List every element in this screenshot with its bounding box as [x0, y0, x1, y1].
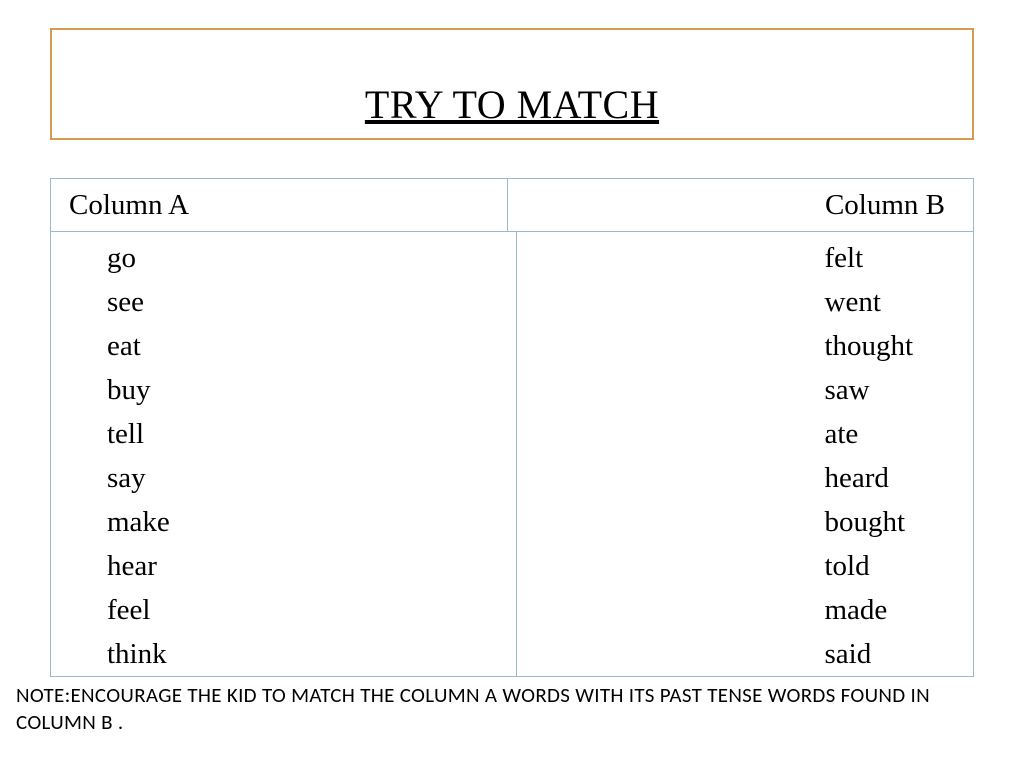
- column-a-header: Column A: [51, 179, 507, 231]
- list-item: felt: [825, 236, 926, 280]
- list-item: ate: [825, 412, 926, 456]
- instruction-note: NOTE:ENCOURAGE THE KID TO MATCH THE COLU…: [16, 682, 1008, 736]
- list-item: go: [107, 236, 516, 280]
- page-title: TRY TO MATCH: [52, 81, 972, 128]
- list-item: thought: [825, 324, 926, 368]
- table-body-row: go see eat buy tell say make hear feel t…: [51, 232, 973, 676]
- list-item: hear: [107, 544, 516, 588]
- list-item: make: [107, 500, 516, 544]
- list-item: went: [825, 280, 926, 324]
- column-a-body: go see eat buy tell say make hear feel t…: [51, 232, 516, 676]
- list-item: feel: [107, 588, 516, 632]
- column-b-body: felt went thought saw ate heard bought t…: [516, 232, 974, 676]
- list-item: bought: [825, 500, 926, 544]
- match-table: Column A Column B go see eat buy tell sa…: [50, 178, 974, 677]
- list-item: tell: [107, 412, 516, 456]
- column-b-header: Column B: [507, 179, 974, 231]
- list-item: told: [825, 544, 926, 588]
- title-box: TRY TO MATCH: [50, 28, 974, 140]
- list-item: saw: [825, 368, 926, 412]
- list-item: buy: [107, 368, 516, 412]
- list-item: see: [107, 280, 516, 324]
- table-header-row: Column A Column B: [51, 179, 973, 232]
- list-item: say: [107, 456, 516, 500]
- list-item: heard: [825, 456, 926, 500]
- list-item: made: [825, 588, 926, 632]
- list-item: eat: [107, 324, 516, 368]
- list-item: said: [825, 632, 926, 676]
- list-item: think: [107, 632, 516, 676]
